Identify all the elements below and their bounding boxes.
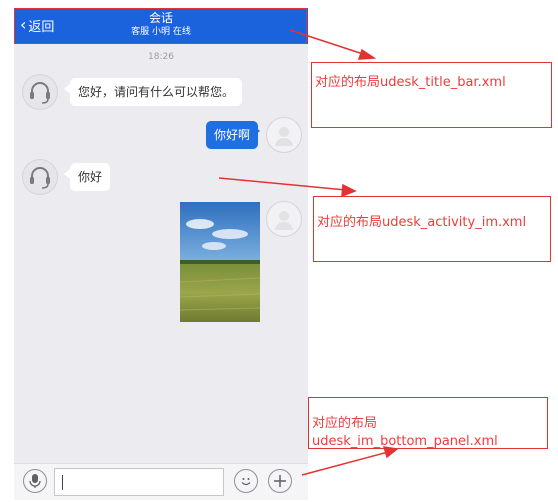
message-bubble-agent[interactable]: 您好，请问有什么可以帮您。 [70, 78, 243, 106]
headset-icon [30, 167, 50, 189]
phone-screen: ‹ 返回 会话 客服 小明 在线 18:26 您好，请问有什么可以帮您。 你好啊 [14, 8, 308, 500]
title-bar: ‹ 返回 会话 客服 小明 在线 [14, 8, 308, 44]
text-caret [62, 475, 63, 490]
annotation-text-line1: 对应的布局 [312, 416, 378, 431]
arrow-head-activity [341, 183, 357, 198]
user-avatar[interactable] [266, 117, 302, 153]
emoji-icon [241, 478, 251, 486]
arrow-head-title [357, 48, 377, 60]
annotation-title-bar: 对应的布局udesk_title_bar.xml [311, 62, 552, 128]
annotation-activity-im: 对应的布局udesk_activity_im.xml [313, 196, 551, 262]
annotation-text: 对应的布局udesk_activity_im.xml [317, 215, 527, 230]
agent-avatar[interactable] [22, 74, 58, 110]
annotation-text: 对应的布局udesk_title_bar.xml [315, 75, 506, 90]
voice-button[interactable] [23, 469, 47, 493]
plus-icon [274, 475, 286, 487]
bottom-input-panel [14, 463, 308, 500]
agent-status: 客服 小明 在线 [131, 27, 191, 37]
microphone-icon [29, 474, 41, 488]
more-button[interactable] [268, 469, 292, 493]
annotation-text-line2: udesk_im_bottom_panel.xml [312, 434, 498, 449]
agent-avatar[interactable] [22, 159, 58, 195]
user-silhouette-icon [275, 211, 293, 230]
message-input[interactable] [54, 468, 224, 496]
title-block: 会话 客服 小明 在线 [14, 10, 308, 38]
user-silhouette-icon [275, 127, 293, 146]
annotation-bottom-panel: 对应的布局 udesk_im_bottom_panel.xml [308, 397, 548, 449]
emoji-button[interactable] [234, 469, 258, 493]
headset-icon [30, 82, 50, 104]
bubble-tail [254, 126, 260, 136]
message-bubble-agent[interactable]: 你好 [70, 163, 111, 191]
image-message[interactable] [180, 202, 260, 322]
message-timestamp: 18:26 [148, 52, 174, 62]
page-title: 会话 [148, 11, 173, 25]
message-bubble-user[interactable]: 你好啊 [206, 121, 259, 149]
arrow-line-bottom [301, 451, 389, 476]
user-avatar[interactable] [266, 201, 302, 237]
field-landscape-photo [180, 202, 260, 322]
